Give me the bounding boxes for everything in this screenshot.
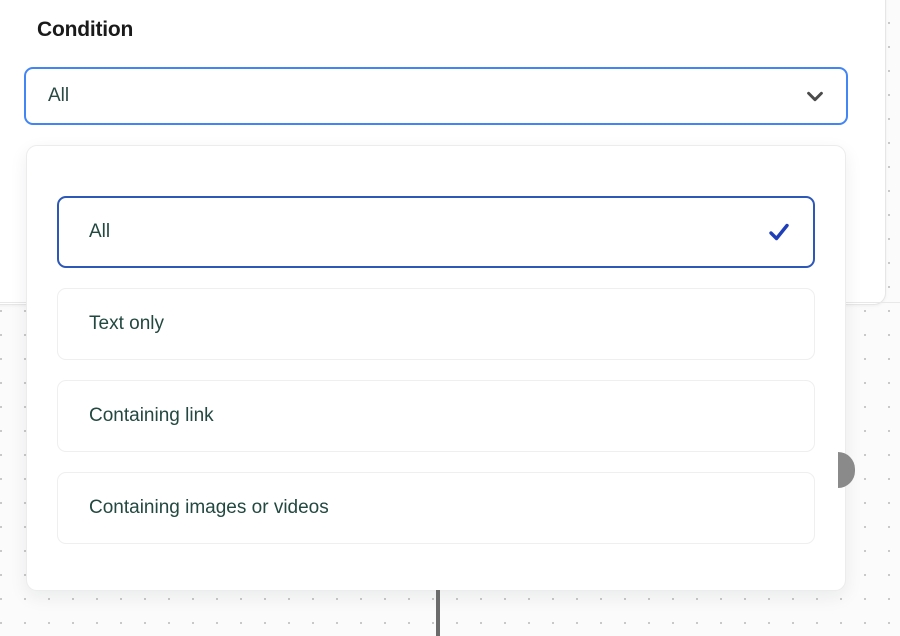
dropdown-option-text-only[interactable]: Text only (57, 288, 815, 360)
condition-field-label: Condition (37, 18, 134, 41)
condition-select-value: All (48, 85, 70, 106)
condition-dropdown-panel: All Text only Containing link Containing… (26, 145, 846, 591)
check-icon (767, 220, 791, 244)
dropdown-option-all[interactable]: All (57, 196, 815, 268)
dropdown-option-containing-link[interactable]: Containing link (57, 380, 815, 452)
dropdown-option-label: Text only (89, 313, 164, 334)
dropdown-option-label: Containing link (89, 405, 214, 426)
dropdown-option-label: All (89, 221, 111, 242)
dropdown-option-label: Containing images or videos (89, 497, 329, 518)
bottom-vertical-divider[interactable] (436, 590, 440, 636)
condition-select-trigger[interactable]: All (24, 67, 848, 125)
dropdown-option-containing-images-or-videos[interactable]: Containing images or videos (57, 472, 815, 544)
chevron-down-icon[interactable] (804, 85, 826, 107)
